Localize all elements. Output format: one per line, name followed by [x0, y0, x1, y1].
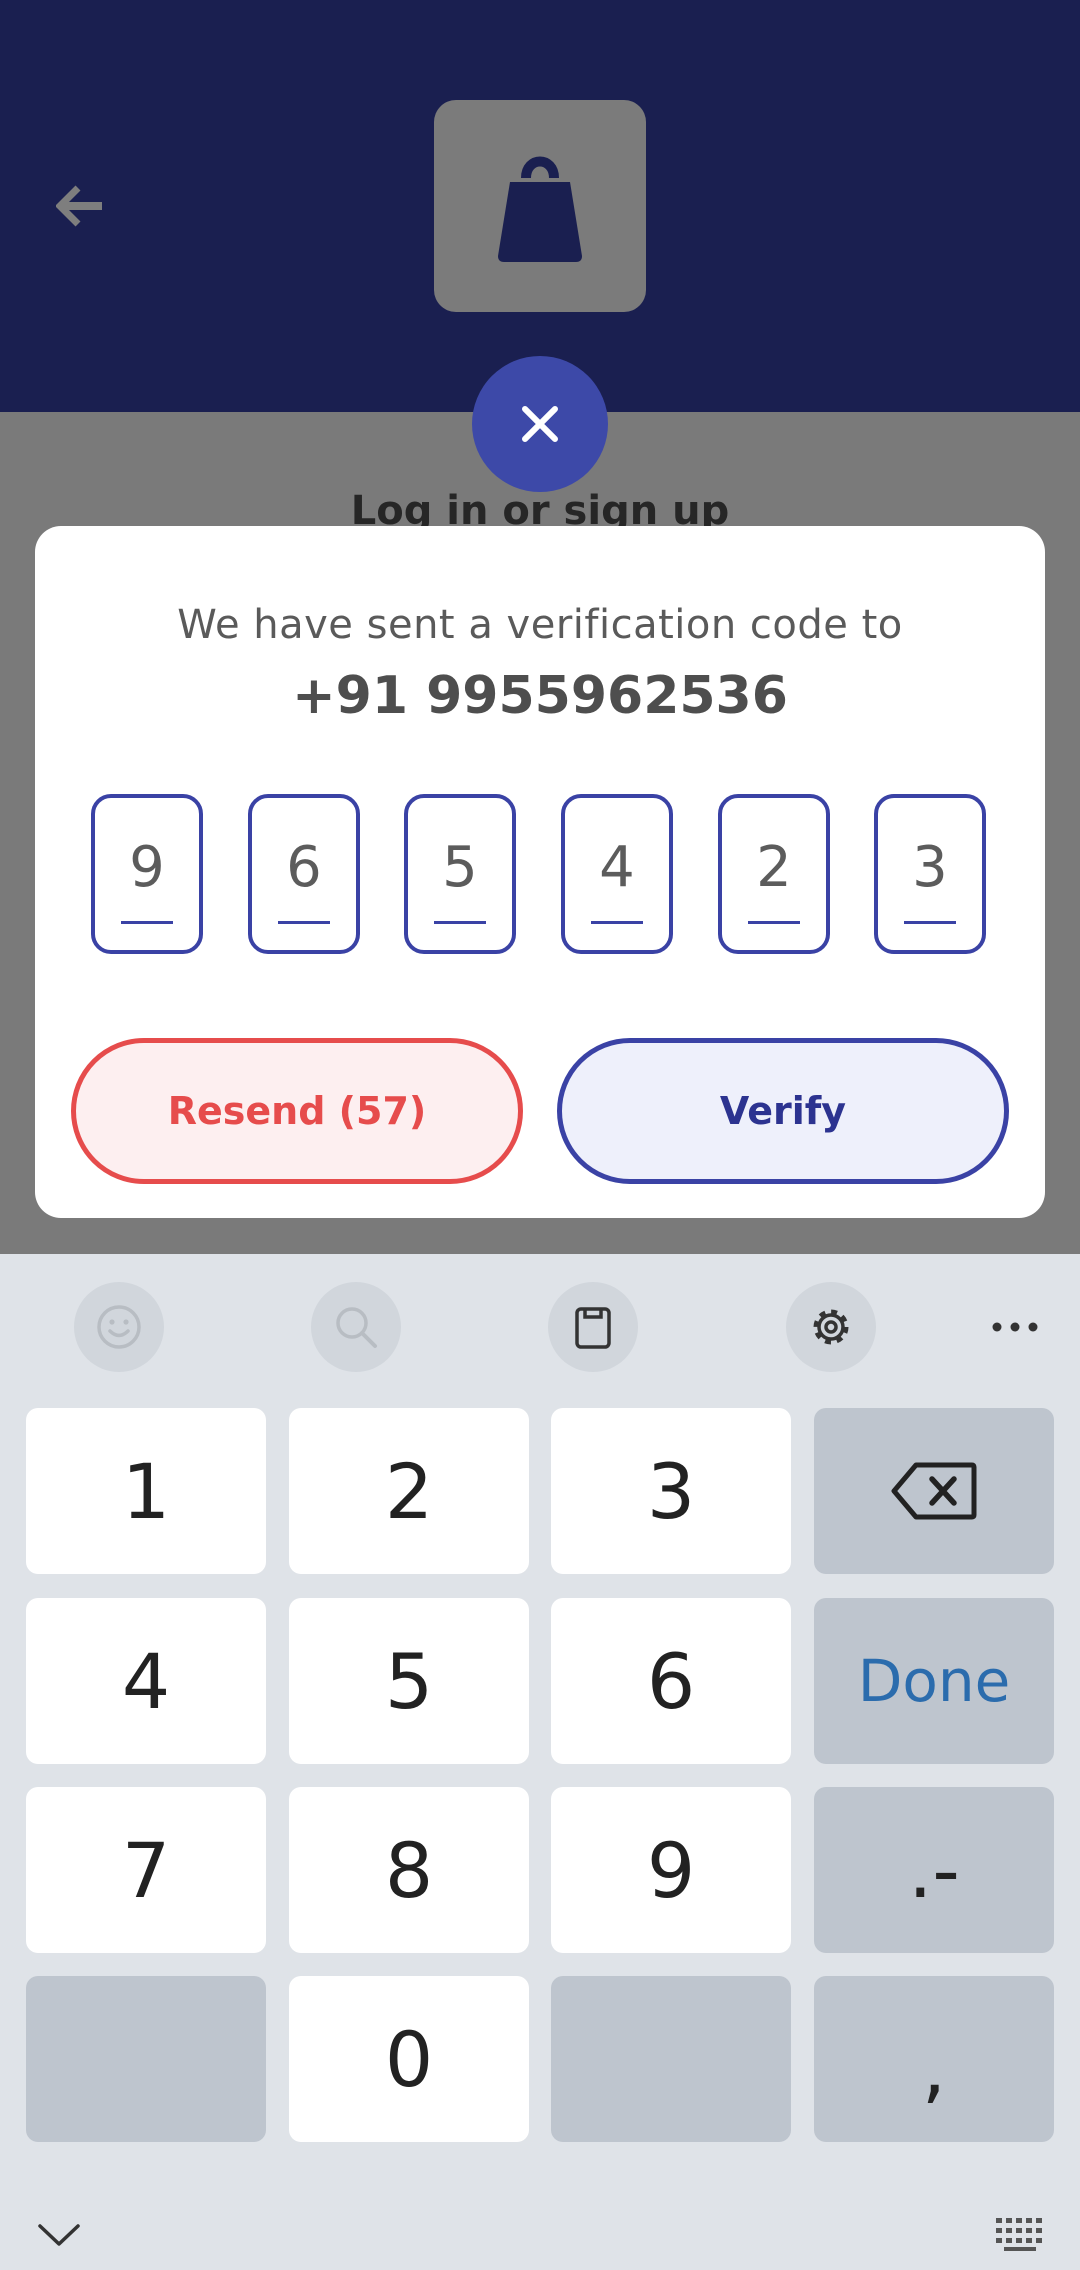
verify-button[interactable]: Verify	[557, 1038, 1009, 1184]
otp-underline	[278, 921, 330, 924]
otp-digit: 4	[599, 834, 635, 900]
otp-underline	[121, 921, 173, 924]
phone-number: +91 9955962536	[292, 666, 788, 726]
key-2[interactable]: 2	[289, 1408, 529, 1574]
shopping-bag-icon	[498, 156, 582, 262]
close-icon	[522, 406, 558, 442]
back-arrow-icon	[56, 185, 102, 227]
hide-keyboard-button[interactable]	[36, 2222, 82, 2253]
key-blank-right	[551, 1976, 791, 2142]
numeric-keyboard: 1 2 3 4 5 6 Done 7 8 9 .- 0 ,	[0, 1254, 1080, 2270]
otp-digit: 9	[129, 834, 165, 900]
emoji-icon	[97, 1305, 141, 1349]
key-dot-dash[interactable]: .-	[814, 1787, 1054, 1953]
key-8[interactable]: 8	[289, 1787, 529, 1953]
app-logo	[434, 100, 646, 312]
emoji-button[interactable]	[74, 1282, 164, 1372]
more-icon	[992, 1322, 1038, 1332]
backspace-icon	[891, 1462, 977, 1520]
verification-dialog: We have sent a verification code to +91 …	[35, 526, 1045, 1218]
key-done[interactable]: Done	[814, 1598, 1054, 1764]
otp-digit-box-3[interactable]: 5	[404, 794, 516, 954]
otp-digit: 3	[912, 834, 948, 900]
otp-digit-box-5[interactable]: 2	[718, 794, 830, 954]
close-button[interactable]	[472, 356, 608, 492]
back-button[interactable]	[52, 178, 108, 234]
key-5[interactable]: 5	[289, 1598, 529, 1764]
key-6[interactable]: 6	[551, 1598, 791, 1764]
otp-digit: 5	[442, 834, 478, 900]
otp-digit-box-4[interactable]: 4	[561, 794, 673, 954]
verification-message: We have sent a verification code to	[177, 602, 903, 648]
key-blank-left	[26, 1976, 266, 2142]
otp-underline	[904, 921, 956, 924]
key-backspace[interactable]	[814, 1408, 1054, 1574]
settings-button[interactable]	[786, 1282, 876, 1372]
otp-digit: 2	[756, 834, 792, 900]
gear-icon	[813, 1309, 849, 1345]
more-button[interactable]	[970, 1282, 1060, 1372]
otp-digit-box-1[interactable]: 9	[91, 794, 203, 954]
otp-underline	[434, 921, 486, 924]
otp-underline	[748, 921, 800, 924]
resend-button[interactable]: Resend (57)	[71, 1038, 523, 1184]
key-7[interactable]: 7	[26, 1787, 266, 1953]
otp-digit-box-6[interactable]: 3	[874, 794, 986, 954]
keyboard-switch-button[interactable]	[994, 2216, 1050, 2259]
otp-digit-box-2[interactable]: 6	[248, 794, 360, 954]
search-icon	[336, 1307, 377, 1348]
key-comma[interactable]: ,	[814, 1976, 1054, 2142]
chevron-down-icon	[38, 2224, 80, 2246]
otp-input-row: 9 6 5 4 2 3	[91, 794, 1025, 954]
otp-underline	[591, 921, 643, 924]
key-0[interactable]: 0	[289, 1976, 529, 2142]
clipboard-icon	[575, 1307, 611, 1349]
search-button[interactable]	[311, 1282, 401, 1372]
app-header	[0, 0, 1080, 412]
otp-digit: 6	[286, 834, 322, 900]
key-3[interactable]: 3	[551, 1408, 791, 1574]
key-4[interactable]: 4	[26, 1598, 266, 1764]
key-9[interactable]: 9	[551, 1787, 791, 1953]
key-1[interactable]: 1	[26, 1408, 266, 1574]
clipboard-button[interactable]	[548, 1282, 638, 1372]
keyboard-icon	[996, 2218, 1042, 2251]
